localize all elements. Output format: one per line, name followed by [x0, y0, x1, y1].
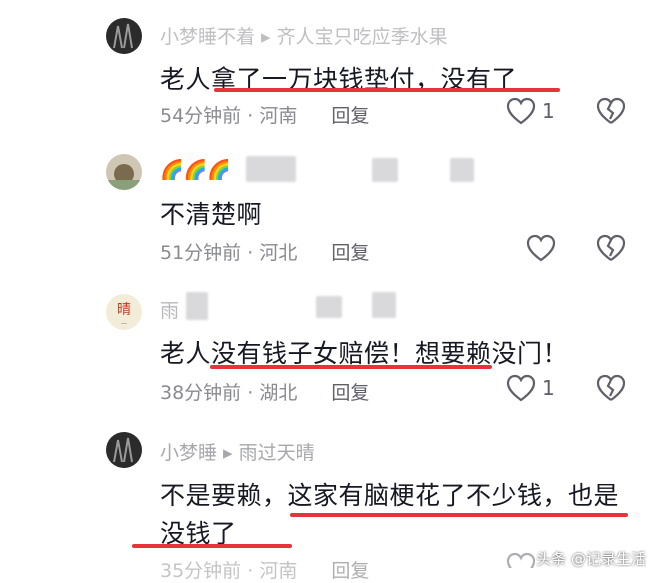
reply-button[interactable]: 回复: [331, 105, 369, 127]
comment-location: 湖北: [259, 382, 298, 404]
watermark: 头条 @记录生活: [536, 550, 646, 568]
blurred-name: [186, 292, 208, 320]
blurred-name: [372, 158, 398, 182]
blurred-name: [316, 296, 342, 318]
like-button[interactable]: [526, 234, 562, 262]
heart-outline-icon: [506, 97, 536, 125]
blurred-name: [450, 158, 474, 182]
comment-time: 54分钟前: [160, 105, 242, 127]
comment-location: 河南: [259, 560, 298, 582]
dislike-button[interactable]: [596, 97, 626, 129]
blurred-name: [246, 156, 296, 182]
broken-heart-icon: [596, 97, 626, 124]
comment-location: 河北: [259, 242, 298, 264]
like-count: 1: [542, 376, 555, 400]
broken-heart-icon: [596, 374, 626, 401]
reply-button[interactable]: 回复: [331, 382, 369, 404]
dislike-button[interactable]: [596, 374, 626, 406]
comment-time: 35分钟前: [160, 560, 242, 582]
comment-time: 38分钟前: [160, 382, 242, 404]
comment-username[interactable]: 小梦睡 ▸ 雨过天晴: [160, 438, 315, 465]
avatar[interactable]: [106, 18, 142, 54]
comment-meta: 54分钟前 · 河南 回复: [160, 105, 370, 127]
red-underline: [210, 365, 492, 369]
comment-text-line: 不清楚啊: [160, 200, 263, 229]
red-underline: [214, 88, 560, 92]
like-button[interactable]: 1: [506, 374, 555, 402]
svg-text:—: —: [121, 320, 127, 327]
comment-meta: 35分钟前 · 河南 回复: [160, 560, 370, 582]
comment-time: 51分钟前: [160, 242, 242, 264]
like-button[interactable]: [506, 552, 536, 568]
heart-outline-icon: [506, 552, 536, 568]
comment-text-line: 不是要赖，这家有脑梗花了不少钱，也是: [160, 481, 620, 510]
comment-meta: 38分钟前 · 湖北 回复: [160, 382, 370, 404]
heart-outline-icon: [526, 234, 556, 262]
reply-button[interactable]: 回复: [331, 560, 369, 582]
comment-username[interactable]: 🌈🌈🌈: [160, 158, 231, 181]
reply-button[interactable]: 回复: [331, 242, 369, 264]
like-button[interactable]: 1: [506, 97, 555, 125]
blurred-name: [372, 292, 396, 318]
broken-heart-icon: [596, 234, 626, 261]
avatar[interactable]: [106, 154, 142, 190]
comment-location: 河南: [259, 105, 298, 127]
comment-username[interactable]: 雨: [160, 296, 179, 323]
heart-outline-icon: [506, 374, 536, 402]
red-underline: [290, 513, 628, 517]
dislike-button[interactable]: [596, 234, 626, 266]
like-count: 1: [542, 99, 555, 123]
avatar[interactable]: [106, 432, 142, 468]
avatar[interactable]: 晴 —: [106, 294, 142, 330]
comment-username[interactable]: 小梦睡不着 ▸ 齐人宝只吃应季水果: [160, 22, 448, 49]
red-underline: [132, 544, 292, 548]
comment-meta: 51分钟前 · 河北 回复: [160, 242, 370, 264]
svg-text:晴: 晴: [117, 302, 131, 318]
